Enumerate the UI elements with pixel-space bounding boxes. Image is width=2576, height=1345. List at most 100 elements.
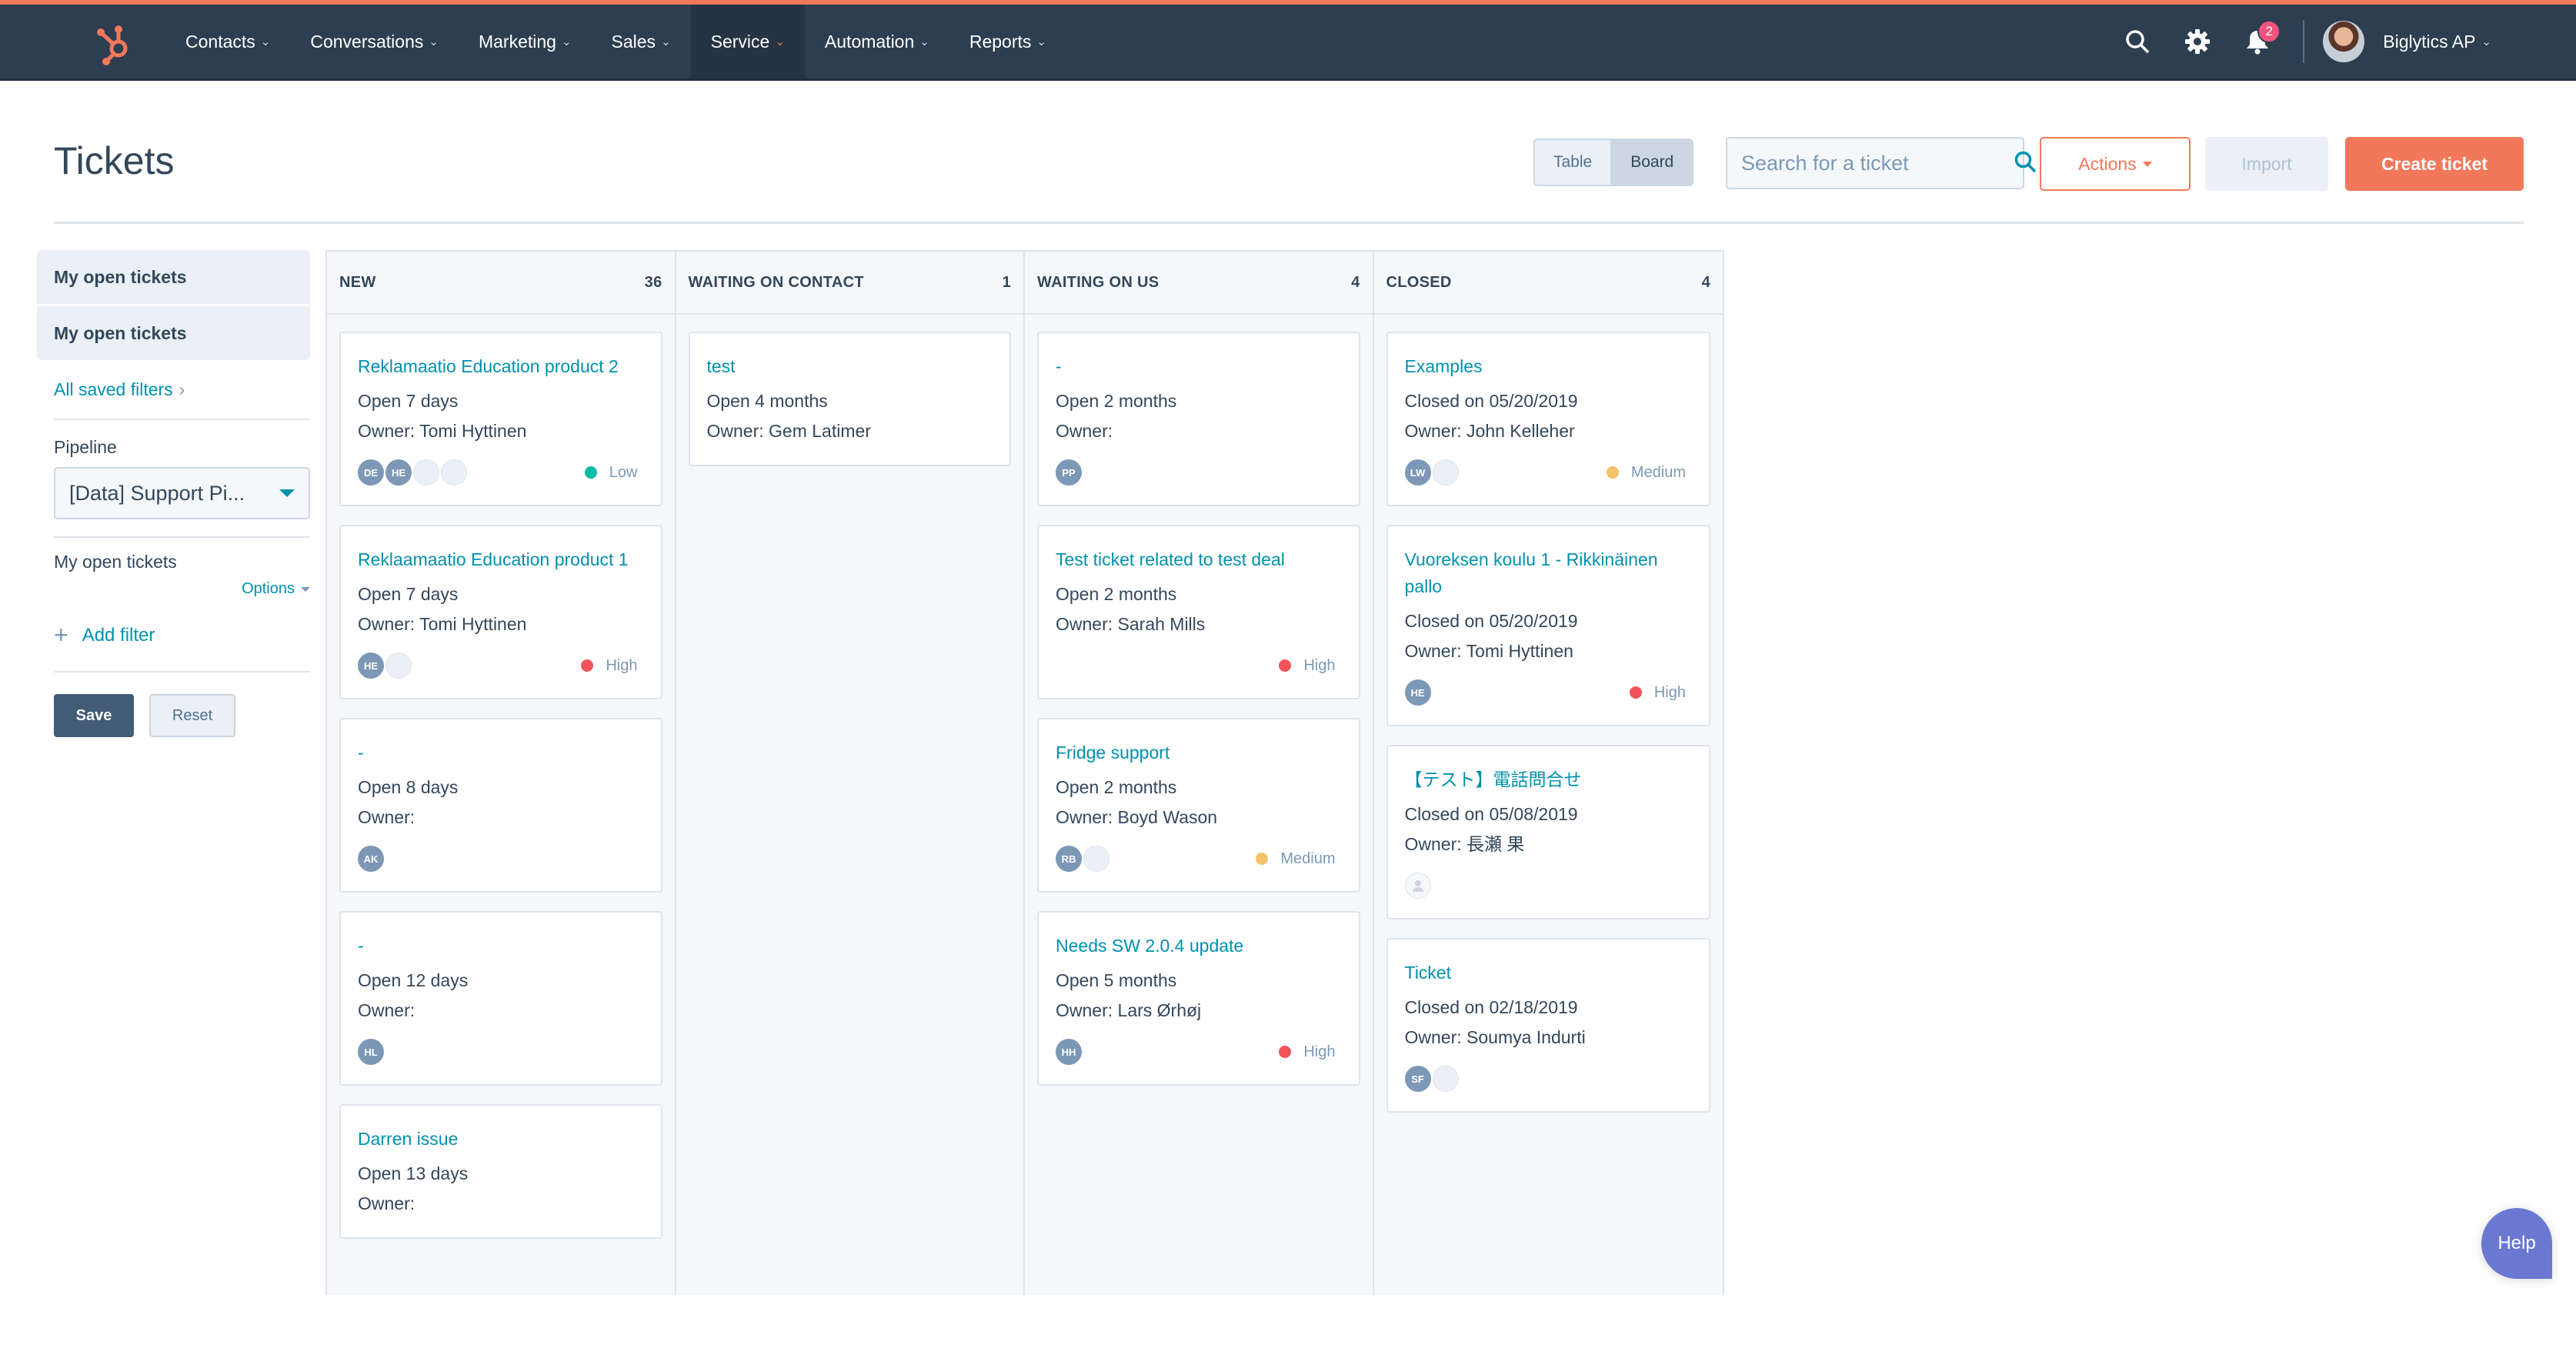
ticket-owner: Owner: 長瀬 果	[1404, 834, 1525, 854]
priority-label: Medium	[1630, 463, 1686, 481]
ticket-card[interactable]: 【テスト】電話問合せ Closed on 05/08/2019 Owner: 長瀬 …	[1386, 745, 1710, 919]
ticket-card[interactable]: Examples Closed on 05/20/2019 Owner: John …	[1386, 332, 1710, 506]
nav-item-conversations[interactable]: Conversations ⌄	[290, 5, 459, 78]
contact-avatar[interactable]: HE	[385, 459, 412, 486]
company-avatar-icon[interactable]	[413, 459, 439, 486]
ticket-card[interactable]: Test ticket related to test deal Open 2 m…	[1037, 525, 1360, 699]
ticket-title-link[interactable]: 【テスト】電話問合せ	[1405, 766, 1693, 793]
ticket-card[interactable]: - Open 2 months Owner: PP	[1037, 332, 1360, 506]
ticket-title-link[interactable]: Needs SW 2.0.4 update	[1056, 933, 1342, 960]
ticket-footer: LW Medium	[1404, 459, 1693, 486]
board-view-button[interactable]: Board	[1610, 140, 1693, 185]
ticket-card[interactable]: Ticket Closed on 02/18/2019 Owner: Soumya …	[1386, 938, 1710, 1113]
saved-view-my-open-tickets[interactable]: My open tickets	[37, 250, 310, 304]
ticket-title-link[interactable]: Fridge support	[1056, 739, 1342, 766]
contact-avatar[interactable]: DE	[358, 459, 384, 486]
company-avatar-icon[interactable]	[441, 459, 467, 486]
ticket-title-link[interactable]: test	[707, 353, 993, 380]
ticket-card[interactable]: Vuoreksen koulu 1 - Rikkinäinen pallo Clo…	[1386, 525, 1710, 726]
plus-icon: +	[54, 621, 68, 649]
associated-records: HL	[358, 1039, 385, 1065]
contact-avatar[interactable]: PP	[1056, 459, 1082, 486]
priority-dot-icon	[1279, 1046, 1292, 1058]
contact-avatar[interactable]: LW	[1404, 459, 1431, 486]
contact-avatar[interactable]: HE	[358, 652, 384, 679]
ticket-card[interactable]: Darren issue Open 13 days Owner:	[339, 1104, 662, 1239]
nav-item-automation[interactable]: Automation ⌄	[805, 5, 949, 78]
nav-item-label: Service	[710, 31, 770, 52]
options-dropdown[interactable]: Options	[37, 580, 310, 598]
view-toggle: Table Board	[1533, 139, 1694, 186]
ticket-title-link[interactable]: -	[358, 933, 644, 960]
nav-item-label: Conversations	[310, 31, 424, 52]
ticket-owner: Owner: John Kelleher	[1404, 421, 1575, 441]
notifications-bell-icon[interactable]: 2	[2242, 20, 2281, 57]
contact-avatar[interactable]: HL	[358, 1039, 384, 1065]
ticket-title-link[interactable]: Test ticket related to test deal	[1056, 546, 1342, 573]
search-icon[interactable]	[2014, 150, 2037, 177]
create-ticket-button[interactable]: Create ticket	[2345, 137, 2524, 191]
company-avatar-icon[interactable]	[1432, 1066, 1459, 1092]
contact-avatar[interactable]: RB	[1056, 846, 1082, 872]
chevron-down-icon: ⌄	[775, 35, 785, 48]
all-saved-filters-link[interactable]: All saved filters ›	[54, 374, 310, 405]
ticket-owner: Owner:	[358, 807, 415, 827]
priority-label: High	[1303, 656, 1336, 674]
ticket-card[interactable]: Reklamaatio Education product 2 Open 7 da…	[339, 332, 662, 506]
company-avatar-icon[interactable]	[385, 652, 412, 679]
ticket-card[interactable]: Needs SW 2.0.4 update Open 5 months Owner:…	[1037, 911, 1360, 1086]
priority-label: Low	[609, 463, 638, 481]
ticket-status: Closed on 05/20/2019	[1404, 391, 1578, 411]
account-menu[interactable]: Biglytics AP ⌄	[2383, 32, 2491, 52]
contact-avatar[interactable]: HH	[1056, 1039, 1082, 1065]
contact-avatar[interactable]: SF	[1404, 1066, 1431, 1092]
ticket-title-link[interactable]: Vuoreksen koulu 1 - Rikkinäinen pallo	[1405, 546, 1693, 600]
ticket-title-link[interactable]: -	[1056, 353, 1342, 380]
ticket-title-link[interactable]: Reklaamaatio Education product 1	[358, 546, 644, 573]
settings-gear-icon[interactable]	[2182, 26, 2213, 57]
ticket-footer	[1404, 872, 1693, 899]
company-avatar-icon[interactable]	[1083, 846, 1109, 872]
actions-dropdown-button[interactable]: Actions	[2040, 137, 2191, 191]
save-button[interactable]: Save	[54, 694, 134, 737]
ticket-title-link[interactable]: Ticket	[1405, 960, 1693, 986]
board-column-waiting-on-contact: WAITING ON CONTACT 1 test Open 4 months Owne…	[676, 252, 1025, 1295]
contact-avatar[interactable]: HE	[1404, 679, 1431, 706]
ticket-title-link[interactable]: Examples	[1405, 353, 1693, 380]
ticket-card[interactable]: - Open 12 days Owner: HL	[339, 911, 662, 1086]
reset-button[interactable]: Reset	[149, 694, 235, 737]
ticket-title-link[interactable]: Reklamaatio Education product 2	[358, 353, 644, 380]
ticket-footer: PP	[1056, 459, 1342, 486]
priority-dot-icon	[1279, 659, 1292, 672]
global-search-icon[interactable]	[2122, 26, 2153, 57]
ticket-title-link[interactable]: Darren issue	[358, 1126, 644, 1153]
main-nav: Contacts ⌄ Conversations ⌄ Marketing ⌄ Sales ⌄ S…	[165, 5, 1066, 78]
ticket-footer: SF	[1404, 1065, 1693, 1093]
nav-item-service[interactable]: Service ⌄	[690, 5, 805, 78]
ticket-search-input[interactable]	[1741, 151, 2014, 175]
ticket-title-link[interactable]: -	[358, 739, 644, 766]
ticket-status: Closed on 05/08/2019	[1404, 804, 1578, 824]
ticket-owner: Owner: Tomi Hyttinen	[358, 614, 527, 634]
nav-item-reports[interactable]: Reports ⌄	[949, 5, 1066, 78]
pipeline-select[interactable]: [Data] Support Pi...	[54, 467, 310, 519]
nav-item-sales[interactable]: Sales ⌄	[592, 5, 691, 78]
saved-view-my-open-tickets[interactable]: My open tickets	[37, 306, 310, 360]
ticket-card[interactable]: - Open 8 days Owner: AK	[339, 718, 662, 893]
default-person-avatar-icon[interactable]	[1404, 873, 1431, 899]
nav-item-marketing[interactable]: Marketing ⌄	[459, 5, 592, 78]
help-button[interactable]: Help	[2481, 1208, 2552, 1279]
import-button[interactable]: Import	[2205, 137, 2328, 191]
hubspot-logo-icon[interactable]	[94, 23, 134, 66]
add-filter-button[interactable]: + Add filter	[54, 621, 310, 649]
ticket-status: Open 8 days	[358, 777, 459, 797]
priority-indicator: High	[1629, 684, 1686, 702]
company-avatar-icon[interactable]	[1432, 459, 1459, 486]
ticket-card[interactable]: Reklaamaatio Education product 1 Open 7 d…	[339, 525, 662, 699]
nav-item-contacts[interactable]: Contacts ⌄	[165, 5, 290, 78]
ticket-card[interactable]: test Open 4 months Owner: Gem Latimer	[688, 332, 1011, 466]
table-view-button[interactable]: Table	[1535, 140, 1611, 185]
contact-avatar[interactable]: AK	[358, 846, 384, 872]
user-avatar[interactable]	[2323, 21, 2365, 62]
ticket-card[interactable]: Fridge support Open 2 months Owner: Boyd W…	[1037, 718, 1360, 893]
